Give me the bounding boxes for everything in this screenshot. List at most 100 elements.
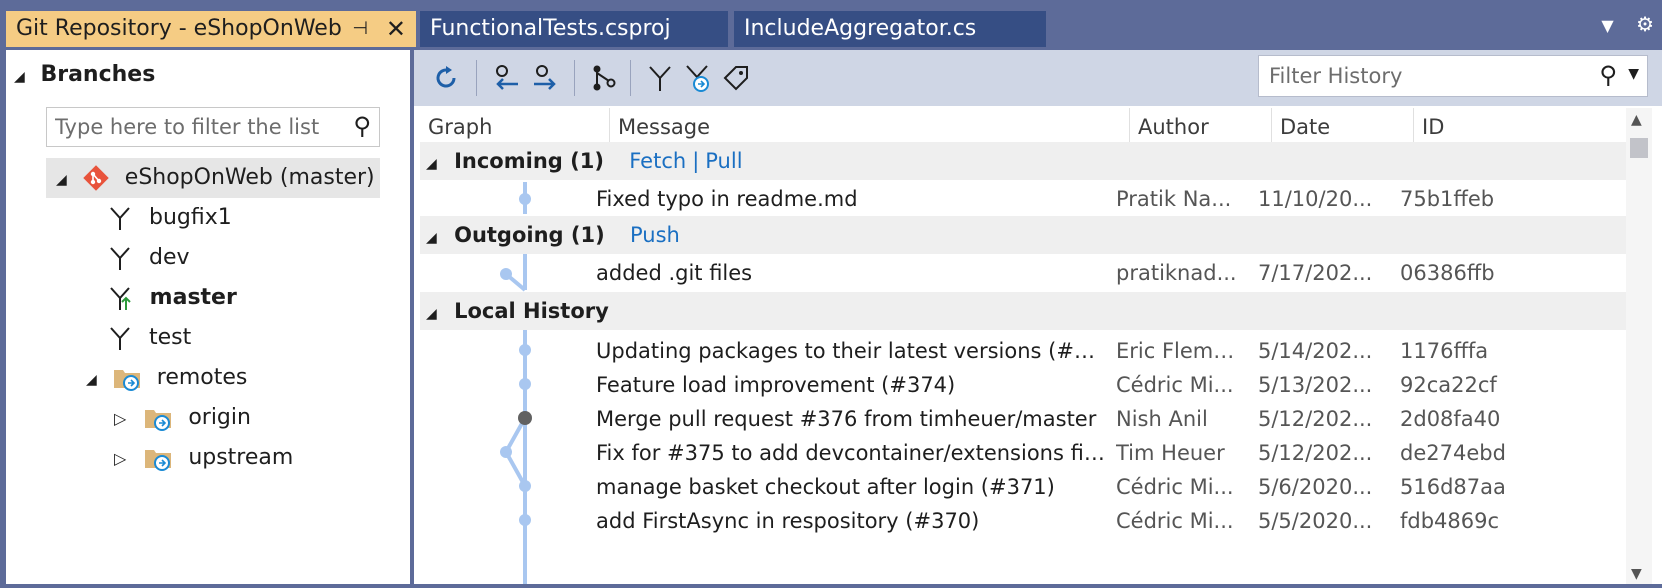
commit-row[interactable]: Feature load improvement (#374) Cédric M… [420,368,1626,402]
commit-author: Cédric Mi... [1116,509,1234,533]
branch-item-bugfix1[interactable]: bugfix1 [106,198,232,238]
pin-icon[interactable]: ⊣ [352,11,368,47]
branch-label: dev [149,245,190,270]
tab-functional-tests[interactable]: FunctionalTests.csproj [420,11,728,47]
branch-filter[interactable]: ⚲ [46,107,380,147]
collapse-triangle-icon[interactable]: ◢ [426,145,437,183]
remote-item-origin[interactable]: ▷ origin [114,398,251,438]
column-header-author[interactable]: Author [1130,108,1272,146]
commit-date: 11/10/20... [1258,187,1373,211]
commit-row[interactable]: add FirstAsync in respository (#370) Céd… [420,504,1626,538]
branch-filter-input[interactable] [53,108,337,146]
commit-message: Updating packages to their latest versio… [596,339,1106,363]
remote-item-upstream[interactable]: ▷ upstream [114,438,293,478]
repo-node[interactable]: ◢ eShopOnWeb (master) [46,158,380,198]
commit-date: 5/14/202... [1258,339,1373,363]
repo-label: eShopOnWeb (master) [124,165,375,190]
push-link[interactable]: Push [630,223,680,247]
commit-message: added .git files [596,261,753,285]
expand-triangle-icon[interactable]: ◢ [86,360,97,400]
outgoing-section[interactable]: ◢ Outgoing (1) Push [420,216,1626,254]
remote-branches-button[interactable] [680,60,716,96]
collapse-triangle-icon[interactable]: ◢ [14,69,25,85]
commit-message: Merge pull request #376 from timheuer/ma… [596,407,1097,431]
commit-date: 5/13/202... [1258,373,1373,397]
commit-id: 2d08fa40 [1400,407,1501,431]
commit-message: Fixed typo in readme.md [596,187,858,211]
branch-icon [649,66,671,91]
commit-message: add FirstAsync in respository (#370) [596,509,980,533]
branch-icon [110,207,130,230]
chevron-down-icon[interactable]: ▼ [1628,66,1639,82]
remote-folder-icon [113,370,140,391]
commit-id: 75b1ffeb [1400,187,1495,211]
remote-folder-icon [145,410,172,431]
incoming-section[interactable]: ◢ Incoming (1) Fetch | Pull [420,142,1626,180]
tag-icon [723,66,748,91]
vertical-scrollbar[interactable]: ▲ ▼ [1626,108,1652,584]
scroll-thumb[interactable] [1630,138,1648,158]
local-branches-button[interactable] [642,60,678,96]
window: Git Repository - eShopOnWeb ⊣ ✕ Function… [0,0,1662,588]
scroll-down-icon[interactable]: ▼ [1631,566,1642,582]
git-repo-icon [83,165,109,191]
close-icon[interactable]: ✕ [386,11,406,47]
pull-link[interactable]: Pull [705,149,742,173]
incoming-label: Incoming (1) [454,149,604,173]
commit-date: 5/12/202... [1258,407,1373,431]
commit-row[interactable]: Fix for #375 to add devcontainer/extensi… [420,436,1626,470]
tab-git-repository[interactable]: Git Repository - eShopOnWeb ⊣ ✕ [6,11,416,47]
commit-row[interactable]: added .git files pratiknad... 7/17/202..… [420,256,1626,290]
toolbar-separator [630,60,631,96]
branches-header[interactable]: ◢ Branches [14,62,155,87]
local-history-label: Local History [454,299,609,323]
remote-branch-icon [686,65,709,92]
commit-row[interactable]: Updating packages to their latest versio… [420,334,1626,368]
branch-item-master[interactable]: master [106,278,237,318]
tab-git-repository-label: Git Repository - eShopOnWeb [16,16,342,41]
commit-author: Nish Anil [1116,407,1208,431]
commit-id: 1176fffa [1400,339,1489,363]
commit-author: Eric Flemi... [1116,339,1238,363]
fetch-link[interactable]: Fetch [629,149,686,173]
commit-date: 5/5/2020... [1258,509,1373,533]
branch-icon [110,247,130,270]
collapse-triangle-icon[interactable]: ◢ [426,219,437,257]
commit-message: manage basket checkout after login (#371… [596,475,1055,499]
commit-id: 06386ffb [1400,261,1495,285]
history-filter-input[interactable] [1267,56,1571,96]
commit-date: 5/12/202... [1258,441,1373,465]
commit-id: 516d87aa [1400,475,1506,499]
branch-item-test[interactable]: test [106,318,191,358]
collapsed-triangle-icon[interactable]: ▷ [114,439,126,479]
tab-include-aggregator[interactable]: IncludeAggregator.cs [734,11,1046,47]
search-icon[interactable]: ⚲ [1599,61,1617,89]
outgoing-label: Outgoing (1) [454,223,605,247]
branch-item-dev[interactable]: dev [106,238,190,278]
commit-author: pratiknad... [1116,261,1237,285]
collapsed-triangle-icon[interactable]: ▷ [114,399,126,439]
commit-row[interactable]: Fixed typo in readme.md Pratik Na... 11/… [420,182,1626,216]
scroll-up-icon[interactable]: ▲ [1631,112,1642,128]
history-filter[interactable]: ⚲ ▼ [1258,55,1648,97]
column-header-date[interactable]: Date [1272,108,1414,146]
commit-row[interactable]: manage basket checkout after login (#371… [420,470,1626,504]
strip-icons: ▼ ⚙ [1601,12,1654,36]
gear-icon[interactable]: ⚙ [1636,12,1654,36]
expand-triangle-icon[interactable]: ◢ [56,160,67,200]
tab-list-dropdown-icon[interactable]: ▼ [1601,16,1613,35]
column-header-id[interactable]: ID [1414,108,1626,146]
tags-button[interactable] [718,60,754,96]
search-icon[interactable]: ⚲ [353,112,371,140]
remotes-label: remotes [156,365,248,390]
local-history-section[interactable]: ◢ Local History [420,292,1626,330]
branch-icon [110,327,130,350]
remotes-node[interactable]: ◢ remotes [86,358,247,398]
commit-row[interactable]: Merge pull request #376 from timheuer/ma… [420,402,1626,436]
commit-id: fdb4869c [1400,509,1500,533]
tab-functional-tests-label: FunctionalTests.csproj [430,16,671,41]
collapse-triangle-icon[interactable]: ◢ [426,295,437,333]
remote-label: origin [188,405,251,430]
column-header-message[interactable]: Message [610,108,1130,146]
commit-message: Fix for #375 to add devcontainer/extensi… [596,441,1106,465]
